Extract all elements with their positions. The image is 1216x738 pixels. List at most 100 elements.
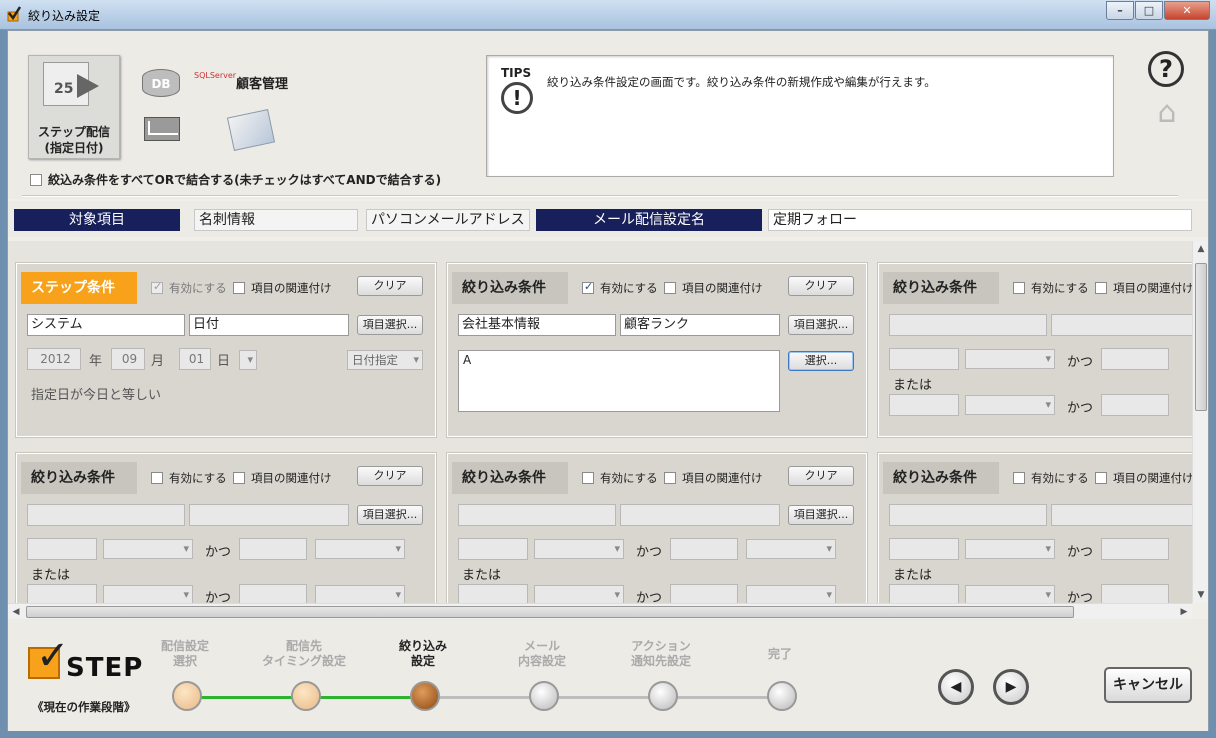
condition-operator-select-2[interactable] [315,539,405,559]
condition-value-4[interactable] [670,584,738,603]
previous-button[interactable]: ◀ [938,669,974,705]
filter-item-select-button[interactable]: 項目選択... [788,505,854,525]
filter-field-1[interactable] [889,314,1047,336]
condition-operator-select-3[interactable] [534,585,624,603]
or-combine-checkbox[interactable] [30,173,42,186]
filter-enable-option[interactable]: 有効にする [582,280,658,296]
condition-operator-select-3[interactable] [103,585,193,603]
step-month-field[interactable]: 09 [111,348,145,370]
filter-enable-checkbox[interactable] [582,280,594,294]
condition-operator-select-3[interactable] [965,585,1055,603]
condition-value-1[interactable] [889,348,959,370]
filter-link-option[interactable]: 項目の関連付け [233,470,332,486]
step-clear-button[interactable]: クリア [357,276,423,296]
home-icon[interactable]: ⌂ [1150,97,1184,129]
or-combine-checkbox-row[interactable]: 絞込み条件をすべてORで結合する(未チェックはすべてANDで結合する) [30,171,441,188]
condition-operator-select-2[interactable] [746,539,836,559]
filter-field-1[interactable] [458,504,616,526]
condition-operator-select-1[interactable] [965,539,1055,559]
condition-value-1[interactable] [458,538,528,560]
step-field-1[interactable]: システム [27,314,185,336]
filter-field-2[interactable]: 顧客ランク [620,314,780,336]
condition-value-2[interactable] [239,538,307,560]
scroll-down-arrow-icon[interactable]: ▼ [1193,587,1209,603]
filter-enable-option[interactable]: 有効にする [1013,280,1089,296]
condition-value-3[interactable] [27,584,97,603]
condition-value-3[interactable] [458,584,528,603]
step-link-checkbox[interactable] [233,282,245,294]
customer-management-label[interactable]: 顧客管理 [236,73,288,92]
condition-value-1[interactable] [27,538,97,560]
maximize-button[interactable]: □ [1135,1,1163,20]
condition-value-3[interactable] [889,394,959,416]
horizontal-scrollbar[interactable]: ◀ ▶ [8,603,1192,619]
filter-field-2[interactable] [620,504,780,526]
filter-link-checkbox[interactable] [233,472,245,484]
step-delivery-tile[interactable]: 25 ステップ配信 (指定日付) [28,55,120,159]
filter-link-option[interactable]: 項目の関連付け [1095,470,1192,486]
date-mode-select[interactable]: 日付指定 [347,350,423,370]
filter-link-option[interactable]: 項目の関連付け [664,470,763,486]
filter-enable-checkbox[interactable] [1013,472,1025,484]
filter-value-area[interactable]: A [458,350,780,412]
conditions-scroll-area[interactable]: ステップ条件 有効にする 項目の関連付け クリア システム 日付 項目選択...… [8,241,1192,603]
step-year-field[interactable]: 2012 [27,348,81,370]
filter-link-option[interactable]: 項目の関連付け [1095,280,1192,296]
horizontal-scroll-thumb[interactable] [26,606,1074,618]
filter-link-checkbox[interactable] [664,282,676,294]
filter-select-button[interactable]: 選択... [788,351,854,371]
filter-field-1[interactable] [889,504,1047,526]
filter-link-checkbox[interactable] [1095,282,1107,294]
filter-link-checkbox[interactable] [1095,472,1107,484]
database-icon[interactable]: DB [142,69,180,97]
filter-enable-checkbox[interactable] [582,472,594,484]
mail-icon[interactable] [144,117,180,141]
help-icon[interactable]: ? [1148,51,1184,87]
step-item-select-button[interactable]: 項目選択... [357,315,423,335]
send-mail-icon[interactable] [226,109,276,151]
filter-item-select-button[interactable]: 項目選択... [357,505,423,525]
filter-field-1[interactable]: 会社基本情報 [458,314,616,336]
minimize-button[interactable]: – [1106,1,1134,20]
vertical-scroll-thumb[interactable] [1195,263,1207,411]
filter-enable-option[interactable]: 有効にする [1013,470,1089,486]
scroll-left-arrow-icon[interactable]: ◀ [8,604,24,620]
condition-operator-select-1[interactable] [103,539,193,559]
condition-value-3[interactable] [889,584,959,603]
step-day-field[interactable]: 01 [179,348,211,370]
date-dropdown[interactable] [239,350,257,370]
condition-operator-select-3[interactable] [965,395,1055,415]
filter-item-select-button[interactable]: 項目選択... [788,315,854,335]
filter-clear-button[interactable]: クリア [788,466,854,486]
scroll-up-arrow-icon[interactable]: ▲ [1193,241,1209,257]
condition-operator-select-1[interactable] [534,539,624,559]
condition-value-1[interactable] [889,538,959,560]
condition-operator-select-4[interactable] [315,585,405,603]
filter-field-2[interactable] [1051,314,1192,336]
condition-operator-select-1[interactable] [965,349,1055,369]
next-button[interactable]: ▶ [993,669,1029,705]
condition-value-2[interactable] [670,538,738,560]
filter-enable-checkbox[interactable] [1013,282,1025,294]
filter-field-2[interactable] [189,504,349,526]
filter-field-1[interactable] [27,504,185,526]
filter-clear-button[interactable]: クリア [357,466,423,486]
step-link-option[interactable]: 項目の関連付け [233,280,332,296]
filter-field-2[interactable] [1051,504,1192,526]
filter-enable-option[interactable]: 有効にする [582,470,658,486]
condition-value-4[interactable] [1101,394,1169,416]
condition-value-2[interactable] [1101,538,1169,560]
step-field-2[interactable]: 日付 [189,314,349,336]
scroll-right-arrow-icon[interactable]: ▶ [1176,604,1192,620]
filter-link-checkbox[interactable] [664,472,676,484]
condition-value-4[interactable] [1101,584,1169,603]
filter-clear-button[interactable]: クリア [788,276,854,296]
cancel-button[interactable]: キャンセル [1104,667,1192,703]
vertical-scrollbar[interactable]: ▲ ▼ [1192,241,1208,603]
filter-enable-checkbox[interactable] [151,472,163,484]
filter-link-option[interactable]: 項目の関連付け [664,280,763,296]
condition-value-4[interactable] [239,584,307,603]
condition-operator-select-4[interactable] [746,585,836,603]
filter-enable-option[interactable]: 有効にする [151,470,227,486]
condition-value-2[interactable] [1101,348,1169,370]
